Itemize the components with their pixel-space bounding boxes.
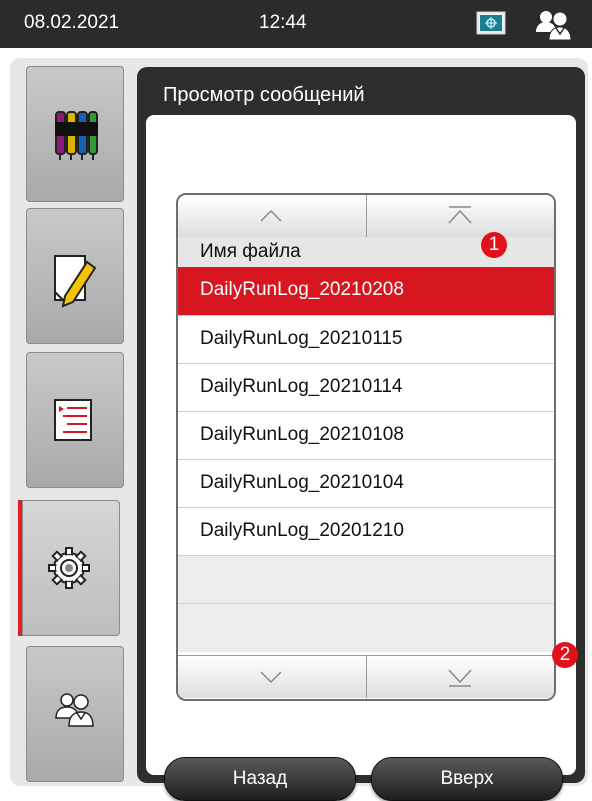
status-list-icon (54, 399, 92, 441)
sidebar-item-user[interactable] (26, 646, 124, 782)
list-item[interactable]: DailyRunLog_20201210 (178, 507, 554, 556)
scroll-to-top-button[interactable] (366, 195, 554, 237)
callout-badge-2: 2 (552, 642, 578, 668)
list-item[interactable]: DailyRunLog_20210108 (178, 411, 554, 460)
list-item[interactable]: DailyRunLog_20210115 (178, 315, 554, 364)
sidebar-item-settings[interactable] (18, 500, 120, 636)
file-list: Имя файла DailyRunLog_20210208 DailyRunL… (176, 193, 556, 701)
user-icon (55, 693, 94, 727)
user-role-icon[interactable] (532, 6, 576, 44)
list-item[interactable]: DailyRunLog_20210114 (178, 363, 554, 412)
list-scroll-top-row (178, 195, 554, 237)
status-date: 08.02.2021 (24, 12, 120, 33)
sidebar-item-protocols[interactable] (26, 208, 124, 344)
panel-content: Имя файла DailyRunLog_20210208 DailyRunL… (146, 115, 576, 801)
file-name: DailyRunLog_20210114 (200, 376, 403, 397)
last-page-icon (448, 669, 472, 687)
callout-badge-1: 1 (481, 232, 507, 258)
status-time: 12:44 (259, 12, 307, 33)
reagent-bottles-icon (55, 111, 98, 160)
list-item[interactable]: DailyRunLog_20210104 (178, 459, 554, 508)
first-page-icon (448, 206, 472, 224)
scroll-up-button[interactable] (178, 195, 365, 237)
empty-list-row (178, 555, 554, 604)
panel-title: Просмотр сообщений (163, 84, 365, 106)
file-name: DailyRunLog_20210108 (200, 424, 404, 445)
chevron-up-icon (260, 209, 282, 222)
status-bar: 08.02.2021 12:44 (0, 0, 592, 48)
up-button[interactable]: Вверх (371, 757, 563, 801)
network-status-icon[interactable] (476, 11, 506, 35)
message-view-panel: Просмотр сообщений Имя файла DailyRunLog… (137, 67, 585, 801)
file-name: DailyRunLog_20201210 (200, 520, 404, 541)
empty-list-row (178, 603, 554, 652)
scroll-down-button[interactable] (178, 656, 365, 698)
protocol-edit-icon (54, 255, 97, 308)
file-name: DailyRunLog_20210104 (200, 472, 404, 493)
list-scroll-bottom-row (178, 655, 554, 698)
gear-icon (48, 547, 90, 589)
scroll-to-bottom-button[interactable] (366, 656, 554, 698)
file-name: DailyRunLog_20210208 (200, 279, 404, 300)
chevron-down-icon (260, 671, 282, 684)
back-button[interactable]: Назад (164, 757, 356, 801)
list-item[interactable]: DailyRunLog_20210208 (178, 267, 554, 315)
file-name: DailyRunLog_20210115 (200, 328, 403, 349)
sidebar-item-reagents[interactable] (26, 66, 124, 202)
column-header-label: Имя файла (200, 241, 301, 262)
sidebar-item-station-status[interactable] (26, 352, 124, 488)
